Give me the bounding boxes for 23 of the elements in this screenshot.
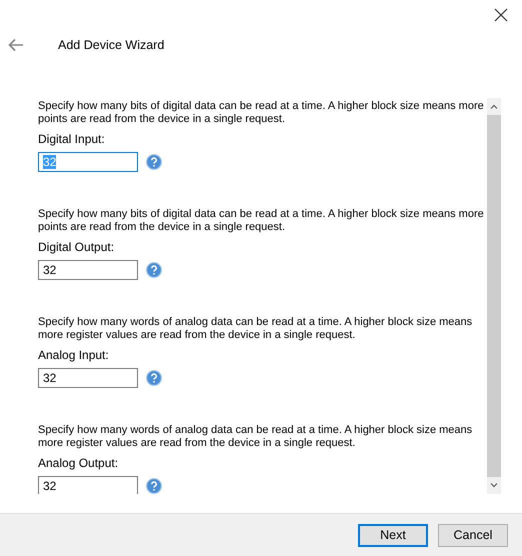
description-text: Specify how many words of analog data can be read at a time. A higher block size means more register values are read from the device in a single request. [38,424,474,450]
back-arrow-icon[interactable] [8,38,24,52]
input-field[interactable]: 32 [38,260,138,280]
help-icon[interactable] [146,370,162,386]
description-text: Specify how many words of analog data can be read at a time. A higher block size means more register values are read from the device in a single request. [38,316,474,342]
input-field[interactable]: 32 [38,476,138,494]
help-icon[interactable] [146,154,162,170]
field-label: Digital Output: [38,240,116,254]
field-label: Analog Input: [38,348,110,362]
help-icon[interactable] [146,262,162,278]
cancel-button[interactable]: Cancel [438,524,508,546]
scroll-up-icon[interactable] [490,104,498,109]
close-icon[interactable] [492,6,510,24]
next-button[interactable]: Next [358,524,428,546]
field-label: Digital Input: [38,132,106,146]
field-label: Analog Output: [38,456,120,470]
help-icon[interactable] [146,478,162,494]
scroll-down-icon[interactable] [490,483,498,488]
input-field[interactable]: 32 [38,368,138,388]
scrollbar-thumb[interactable] [487,115,501,477]
description-text: Specify how many bits of digital data can be read at a time. A higher block size means more points are read from the device in a single request. [38,208,485,234]
window-title: Add Device Wizard [58,38,164,52]
description-text: Specify how many bits of digital data can be read at a time. A higher block size means more points are read from the device in a single request. [38,100,485,126]
